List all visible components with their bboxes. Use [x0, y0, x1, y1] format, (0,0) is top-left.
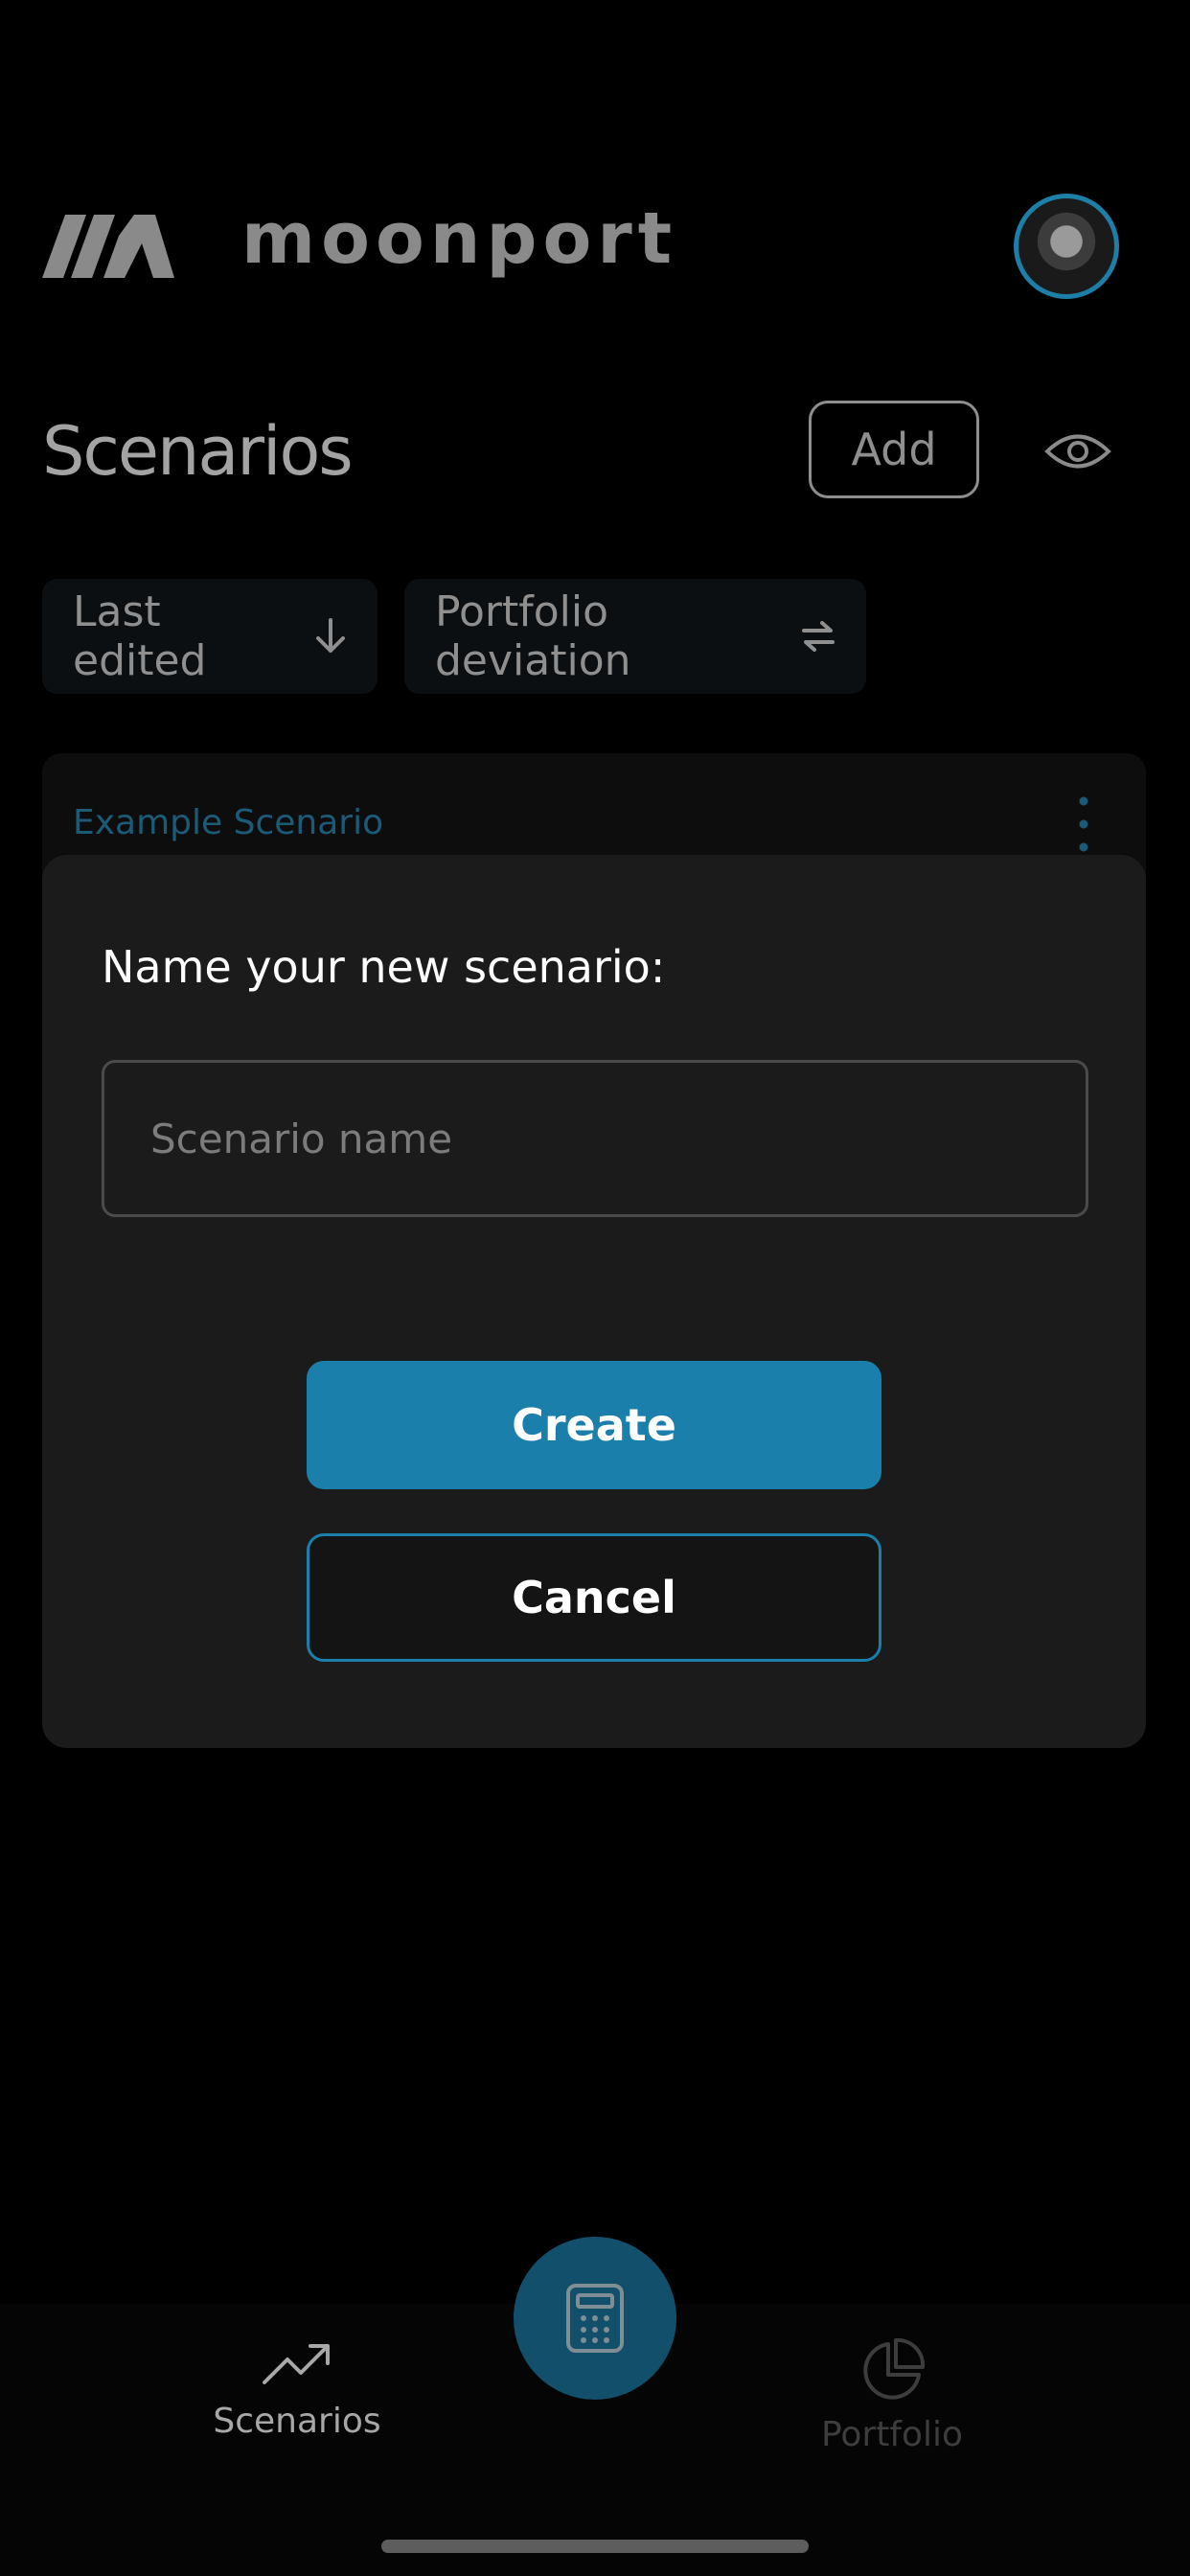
page-title: Scenarios [42, 412, 354, 491]
home-indicator[interactable] [381, 2540, 809, 2553]
nav-label-scenarios: Scenarios [213, 2402, 381, 2441]
scenario-name-input[interactable] [104, 1063, 1086, 1214]
sort-portfolio-deviation-chip[interactable]: Portfolio deviation [404, 579, 866, 694]
eye-icon[interactable] [1044, 427, 1111, 475]
scenarios-screen: moonport Scenarios Add Last edited Portf… [0, 0, 1190, 2576]
trending-up-icon [263, 2344, 330, 2384]
add-button[interactable]: Add [809, 401, 979, 498]
avatar[interactable] [1014, 194, 1119, 299]
nav-label-portfolio: Portfolio [820, 2415, 964, 2454]
pie-chart-icon [863, 2338, 926, 2400]
scenario-card-title[interactable]: Example Scenario [73, 803, 383, 842]
scenario-name-field[interactable] [102, 1060, 1088, 1217]
kebab-menu-icon[interactable] [1077, 795, 1090, 853]
sort-last-edited-chip[interactable]: Last edited [42, 579, 378, 694]
nav-item-portfolio[interactable]: Portfolio [748, 2338, 1036, 2454]
swap-arrows-icon [802, 621, 835, 652]
brand-name: moonport [241, 197, 678, 280]
sort-last-edited-label: Last edited [73, 587, 207, 685]
calculator-icon [566, 2284, 624, 2353]
nav-item-scenarios[interactable]: Scenarios [153, 2338, 441, 2441]
sort-portfolio-deviation-label: Portfolio deviation [435, 587, 631, 685]
arrow-down-icon [316, 618, 345, 653]
calculator-button[interactable] [514, 2237, 676, 2400]
dialog-label: Name your new scenario: [102, 941, 666, 993]
moonport-logo-icon [42, 215, 174, 278]
cancel-button[interactable]: Cancel [307, 1533, 881, 1662]
create-button[interactable]: Create [307, 1361, 881, 1489]
